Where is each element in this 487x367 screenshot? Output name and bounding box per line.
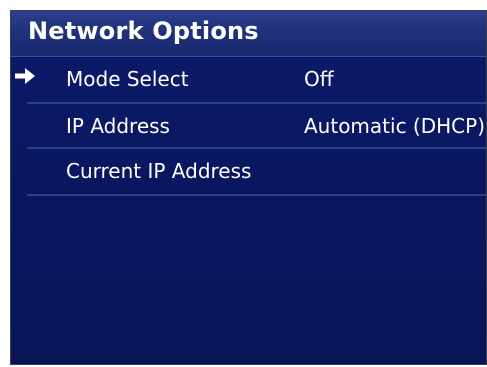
menu-item-mode-select[interactable]: Mode Select Off: [11, 57, 486, 104]
menu-item-label: Mode Select: [66, 67, 189, 91]
row-divider: [27, 194, 486, 196]
header-bar: Network Options: [11, 11, 486, 57]
menu-item-value: Off: [304, 67, 334, 91]
right-arrow-icon: [15, 68, 35, 84]
options-menu: Mode Select Off IP Address Automatic (DH…: [11, 57, 486, 196]
menu-item-label: Current IP Address: [66, 159, 252, 183]
menu-item-value: Automatic (DHCP): [304, 114, 485, 138]
page-title: Network Options: [28, 17, 259, 45]
network-options-screen: Network Options Mode Select Off IP Addre…: [10, 10, 487, 365]
menu-item-label: IP Address: [66, 114, 170, 138]
menu-item-ip-address[interactable]: IP Address Automatic (DHCP): [11, 104, 486, 149]
menu-item-current-ip-address[interactable]: Current IP Address: [11, 149, 486, 196]
